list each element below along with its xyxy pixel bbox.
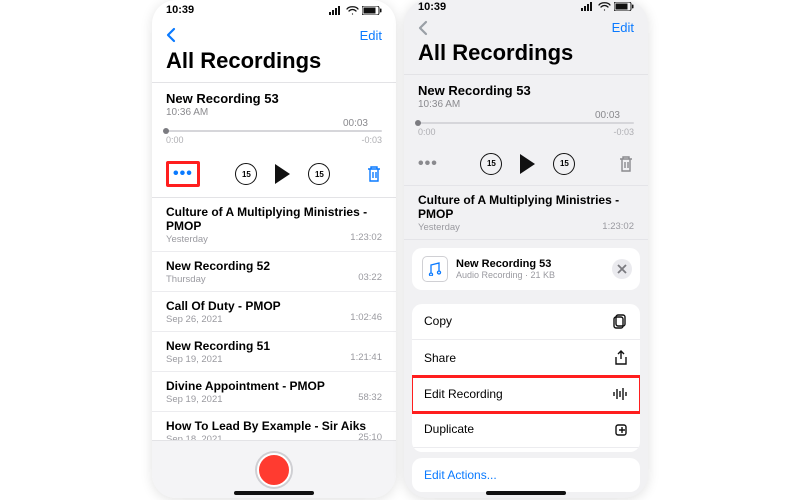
list-item[interactable]: New Recording 52Thursday03:22 [152, 252, 396, 292]
back-button[interactable] [166, 27, 177, 43]
delete-button[interactable] [366, 165, 382, 183]
action-copy[interactable]: Copy [412, 304, 640, 340]
waveform-icon [612, 387, 628, 401]
more-button: ••• [418, 156, 438, 172]
skip-back-button: 15 [480, 153, 502, 175]
share-title: New Recording 53 [456, 258, 555, 270]
edit-actions-button[interactable]: Edit Actions... [412, 458, 640, 492]
list-item: Culture of A Multiplying Ministries - PM… [404, 185, 648, 240]
cellular-icon [581, 2, 595, 11]
battery-icon [362, 6, 382, 15]
audio-file-icon [422, 256, 448, 282]
share-subtitle: Audio Recording · 21 KB [456, 270, 555, 280]
battery-icon [614, 2, 634, 11]
status-time: 10:39 [166, 4, 194, 16]
list-item[interactable]: Culture of A Multiplying Ministries - PM… [152, 198, 396, 252]
close-button[interactable] [612, 259, 632, 279]
action-list: Copy Share Edit Recording Duplicate Favo… [412, 304, 640, 452]
highlight-more-button: ••• [166, 161, 200, 187]
recording-duration: 00:03 [595, 110, 620, 121]
player-controls: ••• 15 15 [404, 143, 648, 185]
skip-back-button[interactable]: 15 [235, 163, 257, 185]
play-button[interactable] [275, 164, 290, 184]
scrubber: 0:00 -0:03 [418, 122, 634, 137]
action-share[interactable]: Share [412, 340, 640, 377]
list-item[interactable]: Divine Appointment - PMOPSep 19, 202158:… [152, 372, 396, 412]
recording-subtitle: 10:36 AM [166, 107, 382, 118]
phone-share-sheet: 10:39 Edit All Recordings New Recording … [404, 0, 648, 498]
scrubber-thumb[interactable] [163, 128, 169, 134]
action-edit-recording[interactable]: Edit Recording [412, 377, 640, 412]
skip-forward-button: 15 [553, 153, 575, 175]
share-icon [614, 350, 628, 366]
status-bar: 10:39 [404, 0, 648, 14]
recording-title: New Recording 53 [418, 83, 634, 98]
status-time: 10:39 [418, 1, 446, 13]
duplicate-icon [613, 422, 628, 437]
home-indicator[interactable] [486, 491, 566, 495]
recording-subtitle: 10:36 AM [418, 99, 634, 110]
wifi-icon [598, 2, 611, 11]
wifi-icon [346, 6, 359, 15]
scrubber-end: -0:03 [361, 135, 382, 145]
record-footer [152, 440, 396, 498]
scrubber[interactable]: 0:00 -0:03 [166, 130, 382, 145]
now-playing-card: New Recording 53 10:36 AM 00:03 0:00 -0:… [404, 75, 648, 143]
scrubber-start: 0:00 [418, 127, 436, 137]
action-duplicate[interactable]: Duplicate [412, 412, 640, 448]
action-favorite[interactable]: Favorite [412, 448, 640, 452]
phone-voice-memos-list: 10:39 Edit All Recordings New Recording … [152, 0, 396, 498]
recording-title[interactable]: New Recording 53 [166, 91, 382, 106]
more-button[interactable]: ••• [173, 166, 193, 182]
status-icons [581, 2, 634, 11]
copy-icon [613, 314, 628, 329]
nav-bar: Edit [404, 14, 648, 36]
share-sheet-header: New Recording 53 Audio Recording · 21 KB [412, 248, 640, 290]
edit-button[interactable]: Edit [612, 20, 634, 35]
edit-button[interactable]: Edit [360, 28, 382, 43]
delete-button [618, 155, 634, 173]
back-button[interactable] [418, 20, 429, 36]
cellular-icon [329, 6, 343, 15]
list-item[interactable]: Call Of Duty - PMOPSep 26, 20211:02:46 [152, 292, 396, 332]
now-playing-card: New Recording 53 10:36 AM 00:03 0:00 -0:… [152, 83, 396, 151]
scrubber-thumb [415, 120, 421, 126]
record-button[interactable] [257, 453, 291, 487]
scrubber-start: 0:00 [166, 135, 184, 145]
scrubber-end: -0:03 [613, 127, 634, 137]
recording-duration: 00:03 [343, 118, 368, 129]
player-controls: ••• 15 15 [152, 151, 396, 197]
home-indicator[interactable] [234, 491, 314, 495]
list-item[interactable]: New Recording 51Sep 19, 20211:21:41 [152, 332, 396, 372]
page-title: All Recordings [404, 36, 648, 74]
page-title: All Recordings [152, 44, 396, 82]
status-bar: 10:39 [152, 0, 396, 20]
status-icons [329, 6, 382, 15]
nav-bar: Edit [152, 20, 396, 44]
skip-forward-button[interactable]: 15 [308, 163, 330, 185]
play-button [520, 154, 535, 174]
